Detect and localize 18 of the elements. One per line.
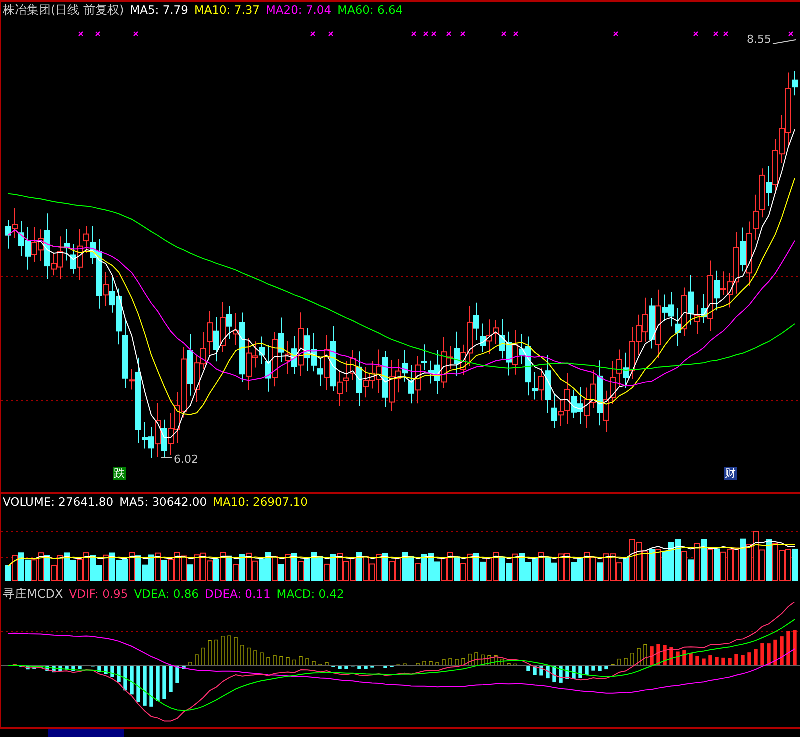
- indicator-legend-text: VDEA: 0.86: [134, 587, 199, 601]
- volume-legend-text: MA5: 30642.00: [120, 495, 208, 509]
- ma-legend-text: MA60: 6.64: [338, 3, 404, 17]
- chart-title: 株冶集团(日线 前复权): [3, 2, 124, 18]
- leader-line: [772, 40, 796, 44]
- ma-legend-text: MA20: 7.04: [266, 3, 332, 17]
- volume-legend-text: MA10: 26907.10: [213, 495, 308, 509]
- volume-legend-text: VOLUME: 27641.80: [3, 495, 114, 509]
- high-price-label: 8.55: [747, 34, 772, 46]
- indicator-legend-text: DDEA: 0.11: [204, 587, 271, 601]
- signal-badge: 财: [724, 467, 737, 480]
- ma-legend-text: MA5: 7.79: [130, 3, 188, 17]
- indicator-legend-text: VDIF: 0.95: [69, 587, 128, 601]
- ma-legend-text: MA10: 7.37: [194, 3, 260, 17]
- indicator-name: 寻庄MCDX: [3, 586, 64, 602]
- low-price-label: 6.02: [174, 454, 198, 466]
- indicator-legend-text: MACD: 0.42: [276, 587, 344, 601]
- signal-badge: 跌: [113, 467, 126, 480]
